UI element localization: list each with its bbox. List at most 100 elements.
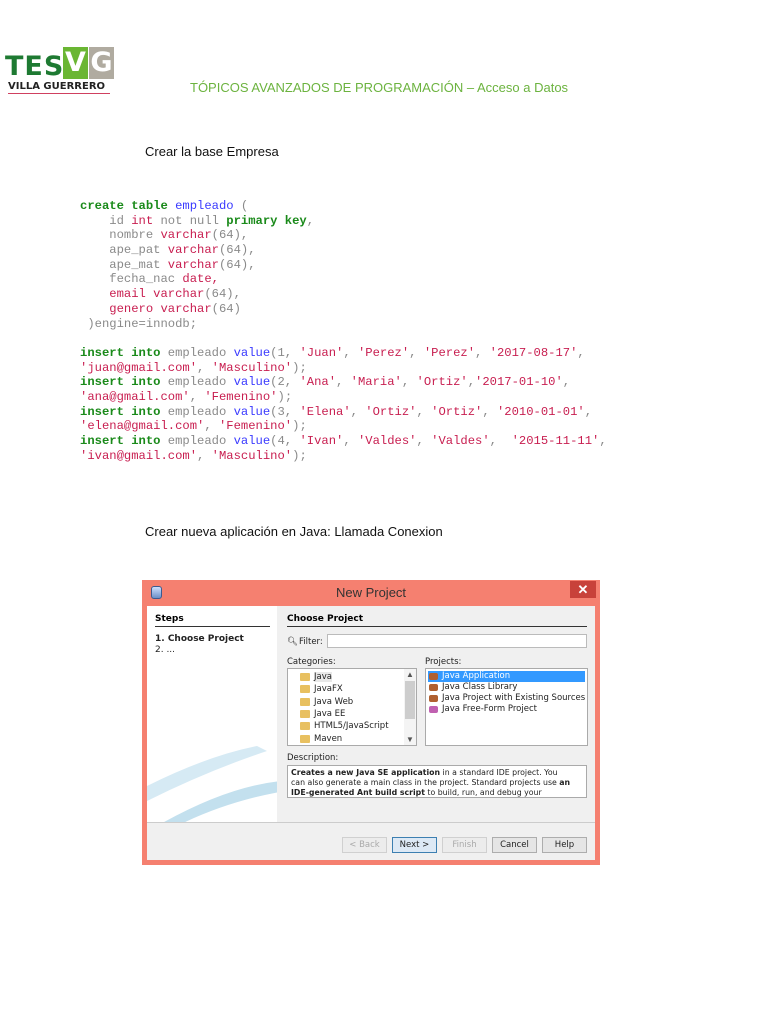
- sql-code-block: create table empleado ( id int not null …: [80, 199, 607, 463]
- category-item[interactable]: Java EE: [288, 708, 404, 720]
- code-token: 'Ortiz': [365, 404, 417, 419]
- filter-label: Filter:: [299, 637, 323, 647]
- scroll-up-icon[interactable]: ▲: [404, 670, 416, 679]
- step-item: 2. ...: [155, 645, 176, 655]
- code-token: 'Femenino': [218, 419, 293, 434]
- category-label: Java EE: [314, 708, 346, 719]
- code-token: primary key: [226, 213, 307, 228]
- code-line: 'ana@gmail.com', 'Femenino');: [80, 390, 607, 405]
- code-token: ,: [336, 375, 351, 390]
- code-token: 'Ortiz': [431, 404, 483, 419]
- code-token: (64),: [218, 243, 256, 258]
- category-label: Java Web: [314, 696, 354, 707]
- categories-scrollbar[interactable]: ▲ ▼: [404, 669, 416, 745]
- code-line: insert into empleado value(1, 'Juan', 'P…: [80, 346, 607, 361]
- code-token: 'Femenino': [204, 389, 278, 404]
- code-token: 'elena@gmail.com': [80, 419, 205, 434]
- code-line: 'juan@gmail.com', 'Masculino');: [80, 361, 607, 376]
- category-label: Maven: [314, 733, 343, 744]
- code-token: ,: [197, 448, 212, 463]
- project-item[interactable]: Java Application: [428, 671, 585, 682]
- code-token: ,: [416, 404, 432, 419]
- title-bar[interactable]: New Project ✕: [147, 580, 596, 606]
- section-text: Crear nueva aplicación en Java: Llamada …: [145, 524, 443, 539]
- java-project-icon: [429, 684, 438, 691]
- code-token: date,: [182, 272, 219, 287]
- code-token: 'Masculino': [211, 360, 293, 375]
- project-item[interactable]: Java Free-Form Project: [428, 704, 537, 715]
- folder-icon: [300, 673, 310, 681]
- projects-list[interactable]: Java Application Java Class Library Java P…: [425, 668, 588, 746]
- code-token: insert into: [80, 434, 161, 448]
- code-token: ,: [599, 434, 607, 448]
- code-token: email varchar: [109, 287, 205, 302]
- code-token: 'Maria': [350, 375, 402, 390]
- code-token: );: [292, 419, 307, 434]
- category-item[interactable]: Maven: [288, 733, 404, 745]
- category-item[interactable]: HTML5/JavaScript: [288, 720, 404, 732]
- project-item[interactable]: Java Class Library: [428, 682, 517, 693]
- next-button[interactable]: Next >: [392, 837, 437, 853]
- code-token: '2017-01-10': [475, 375, 563, 390]
- code-token: fecha_nac: [80, 272, 183, 287]
- code-token: varchar: [167, 257, 219, 272]
- help-button[interactable]: Help: [542, 837, 587, 853]
- scroll-thumb[interactable]: [405, 681, 415, 719]
- code-token: 'ana@gmail.com': [80, 389, 190, 404]
- code-token: insert into: [80, 404, 161, 419]
- code-token: 'Masculino': [211, 448, 293, 463]
- code-token: )engine=innodb;: [80, 316, 198, 331]
- code-token: 'Ortiz': [416, 375, 468, 390]
- decorative-swoosh: [147, 746, 277, 822]
- code-token: );: [277, 389, 293, 404]
- project-item[interactable]: Java Project with Existing Sources: [428, 693, 585, 704]
- category-item[interactable]: Java: [288, 671, 404, 683]
- code-token: ape_mat: [80, 257, 168, 272]
- code-token: insert into: [80, 345, 161, 360]
- code-line: 'ivan@gmail.com', 'Masculino');: [80, 449, 607, 464]
- folder-icon: [300, 709, 310, 718]
- code-token: (4,: [270, 434, 300, 448]
- code-token: 'Ana': [299, 375, 337, 390]
- code-token: (64),: [211, 228, 249, 243]
- code-token: 'Juan': [299, 345, 344, 360]
- code-token: not null: [153, 213, 227, 228]
- filter-input[interactable]: [327, 634, 587, 648]
- code-token: ,: [475, 345, 490, 360]
- code-line: genero varchar(64): [80, 302, 607, 317]
- category-item[interactable]: Java Web: [288, 696, 404, 708]
- code-token: nombre: [80, 228, 161, 243]
- header-title: TÓPICOS AVANZADOS DE PROGRAMACIÓN – Acce…: [190, 80, 569, 95]
- code-token: empleado: [160, 404, 234, 419]
- code-token: empleado: [160, 345, 234, 360]
- code-token: varchar: [160, 228, 212, 243]
- code-token: ,: [401, 375, 417, 390]
- categories-list[interactable]: ▲ ▼ Java JavaFX Java Web Java EE HTML5/JavaS…: [287, 668, 417, 746]
- description-box: Creates a new Java SE application in a s…: [287, 765, 587, 798]
- cancel-button[interactable]: Cancel: [492, 837, 537, 853]
- code-token: ,: [204, 419, 219, 434]
- code-token: (3,: [270, 404, 300, 419]
- code-line: email varchar(64),: [80, 287, 607, 302]
- code-token: value: [233, 434, 271, 448]
- step-item: 1. Choose Project: [155, 634, 244, 644]
- project-label: Java Application: [442, 671, 511, 681]
- finish-button[interactable]: Finish: [442, 837, 487, 853]
- category-item[interactable]: JavaFX: [288, 683, 404, 695]
- back-button[interactable]: < Back: [342, 837, 387, 853]
- java-project-icon: [429, 695, 438, 702]
- project-label: Java Class Library: [442, 682, 518, 692]
- new-project-dialog: New Project ✕ Steps 1. Choose Project 2.…: [142, 580, 600, 865]
- code-token: 'Elena': [299, 404, 351, 419]
- code-token: int: [131, 213, 154, 228]
- code-token: create table: [80, 199, 176, 213]
- code-token: (64): [211, 301, 241, 316]
- close-button[interactable]: ✕: [570, 581, 596, 598]
- code-token: ,: [306, 213, 315, 228]
- code-token: 'Perez': [357, 345, 410, 360]
- code-token: ,: [584, 404, 593, 419]
- scroll-down-icon[interactable]: ▼: [404, 735, 416, 744]
- description-label: Description:: [287, 753, 339, 763]
- steps-header: Steps: [155, 614, 270, 627]
